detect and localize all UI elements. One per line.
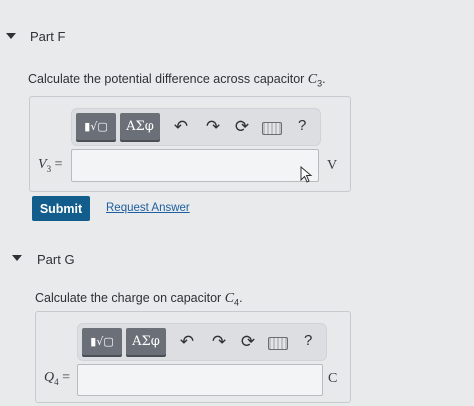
part-f-unit: V — [327, 158, 338, 173]
collapse-caret-icon[interactable] — [6, 33, 16, 39]
part-f-variable-label: V3 = — [38, 157, 63, 174]
part-f-answer-input[interactable] — [71, 149, 319, 182]
undo-icon[interactable]: ↶ — [172, 117, 190, 137]
help-icon[interactable]: ? — [304, 332, 312, 349]
collapse-caret-icon[interactable] — [12, 255, 22, 261]
part-g-title[interactable]: Part G — [37, 252, 75, 267]
part-f-math-toolbar: ▮√▢ ΑΣφ ↶ ↷ ⟳ ? — [71, 108, 321, 146]
reset-icon[interactable]: ⟳ — [233, 117, 251, 137]
request-answer-link[interactable]: Request Answer — [106, 202, 190, 214]
redo-icon[interactable]: ↷ — [204, 117, 222, 137]
part-g-answer-input[interactable] — [77, 364, 323, 396]
part-g-prompt: Calculate the charge on capacitor C4. — [35, 291, 243, 308]
undo-icon[interactable]: ↶ — [178, 332, 196, 352]
symbols-button[interactable]: ΑΣφ — [120, 113, 160, 140]
submit-button[interactable]: Submit — [32, 196, 90, 221]
keyboard-icon[interactable] — [268, 337, 288, 350]
mouse-cursor-icon — [300, 166, 313, 183]
keyboard-icon[interactable] — [262, 122, 282, 135]
reset-icon[interactable]: ⟳ — [239, 332, 257, 352]
part-g-math-toolbar: ▮√▢ ΑΣφ ↶ ↷ ⟳ ? — [77, 323, 327, 361]
part-g-unit: C — [328, 371, 338, 386]
redo-icon[interactable]: ↷ — [210, 332, 228, 352]
part-f-prompt: Calculate the potential difference acros… — [28, 72, 326, 89]
templates-button[interactable]: ▮√▢ — [82, 328, 122, 355]
help-icon[interactable]: ? — [298, 117, 306, 134]
part-f-title[interactable]: Part F — [30, 29, 65, 44]
symbols-button[interactable]: ΑΣφ — [126, 328, 166, 355]
part-g-variable-label: Q4 = — [44, 370, 71, 387]
templates-button[interactable]: ▮√▢ — [76, 113, 116, 140]
